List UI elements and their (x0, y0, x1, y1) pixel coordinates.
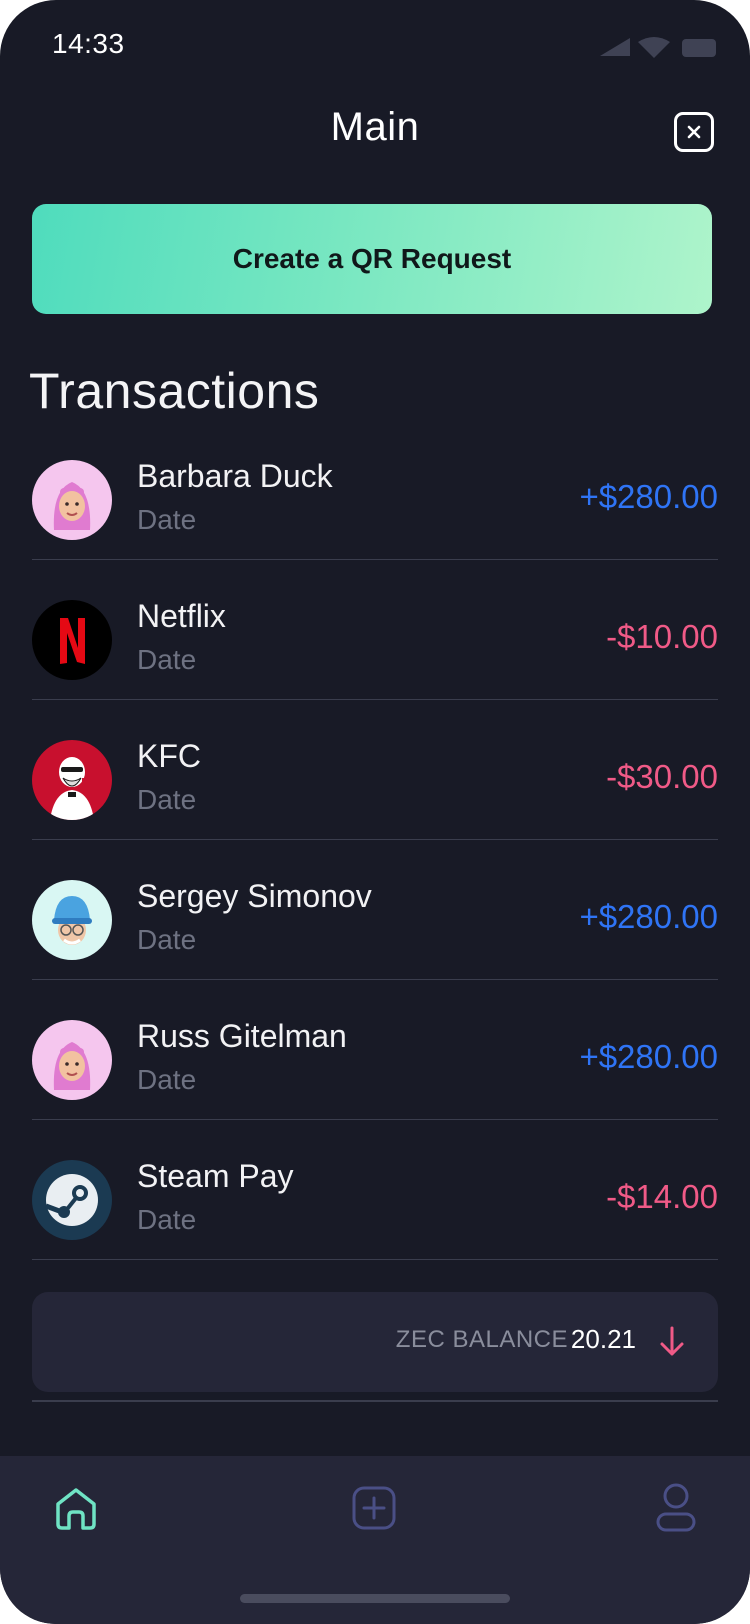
add-square-icon (352, 1486, 396, 1530)
close-button[interactable] (674, 112, 714, 152)
balance-label: ZEC BALANCE (395, 1326, 568, 1353)
transaction-amount: -$10.00 (606, 618, 718, 655)
kfc-logo-icon (32, 740, 112, 820)
transaction-amount: -$30.00 (606, 758, 718, 795)
transaction-row[interactable]: KFC Date -$30.00 (32, 700, 718, 840)
tab-profile[interactable] (646, 1478, 706, 1538)
status-icons (600, 37, 716, 58)
memoji-avatar-icon (32, 1020, 112, 1100)
battery-icon (682, 39, 716, 57)
divider (32, 1400, 718, 1402)
page-title: Main (330, 105, 420, 149)
transaction-name: Barbara Duck (137, 458, 333, 494)
transaction-list: Barbara Duck Date +$280.00 Netflix Date … (32, 420, 718, 1260)
balance-card[interactable]: ZEC BALANCE 20.21 (32, 1292, 718, 1392)
status-time: 14:33 (52, 28, 125, 59)
transaction-row[interactable]: Steam Pay Date -$14.00 (32, 1120, 718, 1260)
transaction-amount: +$280.00 (579, 898, 718, 935)
transaction-amount: +$280.00 (579, 478, 718, 515)
home-icon (56, 1488, 96, 1530)
transaction-name: Russ Gitelman (137, 1018, 347, 1054)
transaction-date: Date (137, 504, 197, 535)
transaction-name: KFC (137, 738, 201, 774)
arrow-down-icon[interactable] (658, 1324, 686, 1360)
transaction-name: Sergey Simonov (137, 878, 372, 914)
transaction-row[interactable]: Sergey Simonov Date +$280.00 (32, 840, 718, 980)
transaction-date: Date (137, 1064, 197, 1095)
signal-icon (600, 38, 630, 56)
steam-logo-icon (32, 1160, 112, 1240)
transaction-date: Date (137, 784, 197, 815)
transaction-date: Date (137, 1204, 197, 1235)
tab-add[interactable] (344, 1478, 404, 1538)
transactions-heading: Transactions (29, 363, 320, 419)
transaction-date: Date (137, 924, 197, 955)
memoji-avatar-icon (32, 460, 112, 540)
transaction-row[interactable]: Barbara Duck Date +$280.00 (32, 420, 718, 560)
phone-screen: 14:33 Main Create a QR Request Transacti… (0, 0, 750, 1624)
home-indicator (240, 1594, 510, 1603)
tab-home[interactable] (46, 1478, 106, 1538)
netflix-logo-icon (32, 600, 112, 680)
transaction-amount: +$280.00 (579, 1038, 718, 1075)
close-icon (687, 125, 701, 139)
transaction-row[interactable]: Russ Gitelman Date +$280.00 (32, 980, 718, 1120)
balance-value: 20.21 (570, 1324, 636, 1354)
transaction-row[interactable]: Netflix Date -$10.00 (32, 560, 718, 700)
transaction-name: Steam Pay (137, 1158, 294, 1194)
memoji-avatar-icon (32, 880, 112, 960)
transaction-date: Date (137, 644, 197, 675)
profile-icon (656, 1483, 696, 1532)
tab-bar (0, 1456, 750, 1624)
transaction-name: Netflix (137, 598, 226, 634)
create-qr-request-button[interactable]: Create a QR Request (32, 204, 712, 314)
wifi-icon (638, 37, 670, 58)
transaction-amount: -$14.00 (606, 1178, 718, 1215)
